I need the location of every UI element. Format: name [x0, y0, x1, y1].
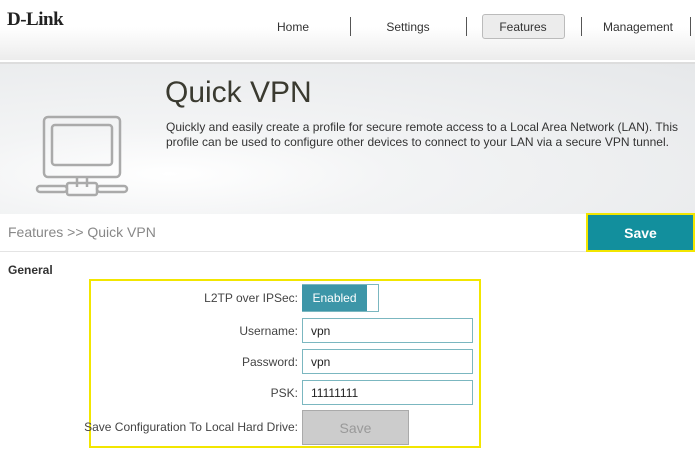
nav-divider: [350, 17, 351, 36]
l2tp-label: L2TP over IPSec:: [204, 291, 298, 305]
top-header: [0, 0, 695, 60]
section-heading: General: [8, 263, 53, 277]
nav-divider: [466, 17, 467, 36]
nav-management[interactable]: Management: [593, 20, 683, 34]
psk-input[interactable]: 11111111: [302, 380, 473, 405]
dlink-logo: D-Link: [7, 9, 64, 30]
nav-divider: [690, 17, 691, 36]
psk-label: PSK:: [270, 386, 298, 400]
username-label: Username:: [239, 324, 298, 338]
save-button[interactable]: Save: [586, 213, 695, 252]
save-config-button[interactable]: Save: [302, 410, 409, 445]
nav-divider: [581, 17, 582, 36]
l2tp-toggle-state[interactable]: Enabled: [302, 285, 367, 311]
network-computer-icon: [35, 115, 129, 197]
save-config-label: Save Configuration To Local Hard Drive:: [84, 420, 298, 434]
page-title: Quick VPN: [165, 76, 312, 109]
breadcrumb: Features >> Quick VPN: [8, 224, 156, 240]
nav-home[interactable]: Home: [248, 20, 338, 34]
page-description: Quickly and easily create a profile for …: [166, 120, 678, 149]
username-input[interactable]: vpn: [302, 318, 473, 343]
nav-settings[interactable]: Settings: [363, 20, 453, 34]
password-label: Password:: [241, 355, 298, 369]
password-input[interactable]: vpn: [302, 349, 473, 374]
nav-features[interactable]: Features: [478, 20, 568, 34]
